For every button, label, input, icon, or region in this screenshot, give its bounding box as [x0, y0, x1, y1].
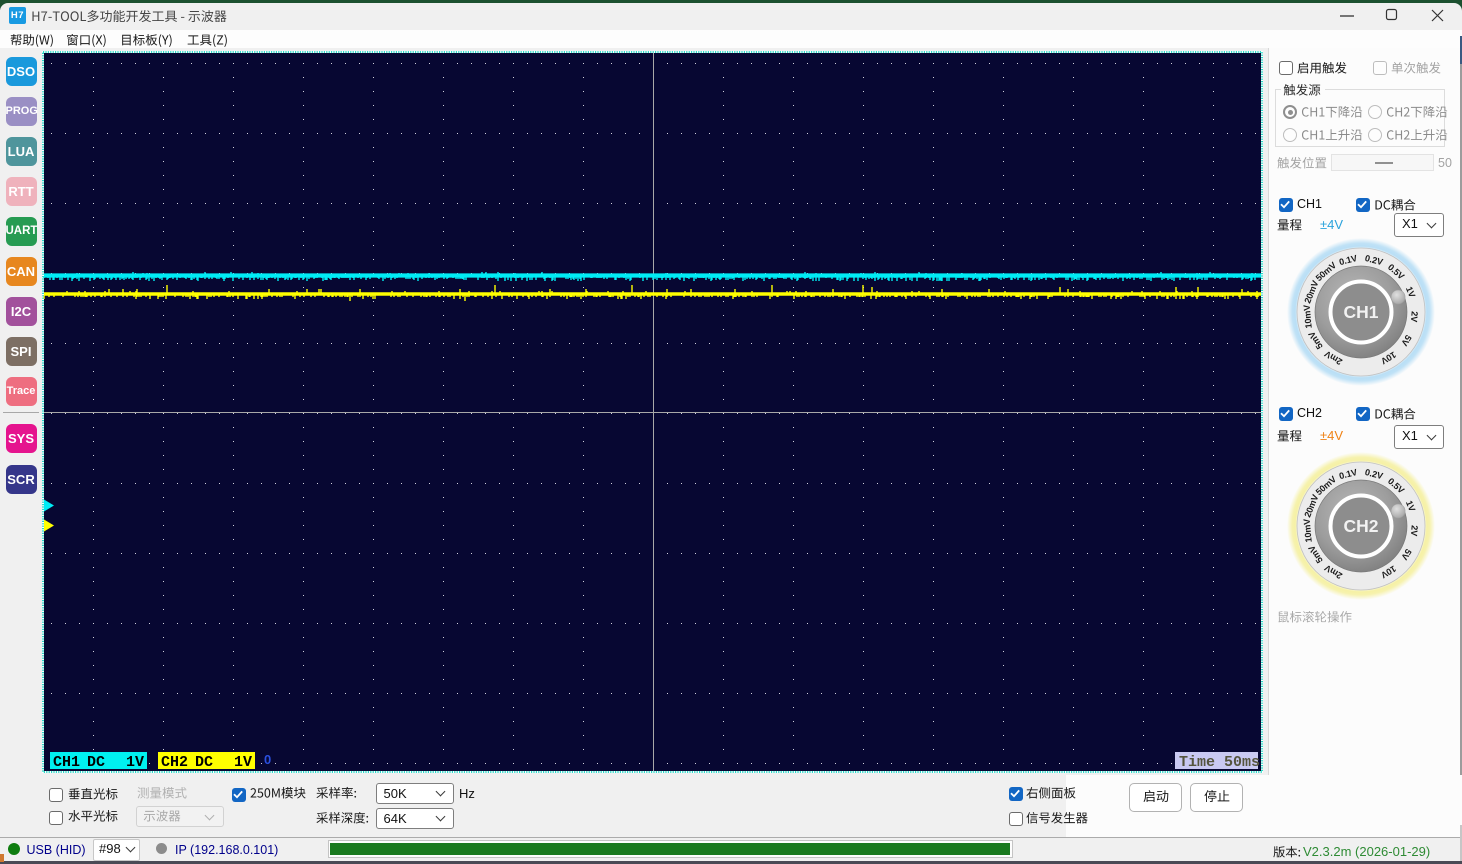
svg-text:Time50ms: Time 50ms	[1179, 754, 1260, 771]
svg-text:CH2DC1V: CH2 DC 1V	[161, 754, 252, 771]
svg-text:CH1DC1V: CH1 DC 1V	[53, 754, 144, 771]
svg-text:0: 0	[264, 752, 271, 767]
